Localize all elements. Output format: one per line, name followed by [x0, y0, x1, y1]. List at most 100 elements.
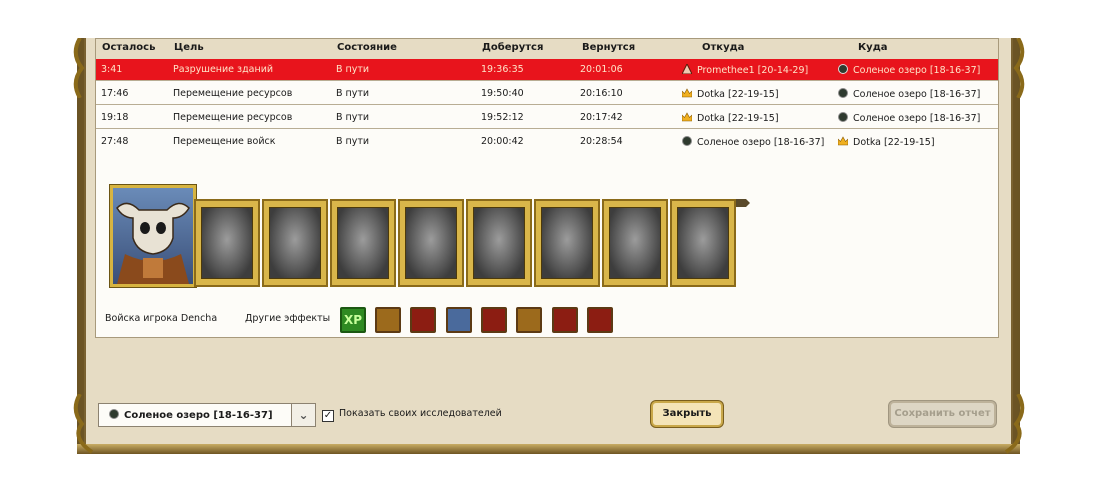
to-label: Dotka [22-19-15]	[853, 137, 935, 148]
xp-text: XP	[343, 313, 363, 327]
horseman-unit-icon	[677, 207, 729, 279]
cell-arrive: 19:52:12	[481, 112, 524, 123]
checkbox-box[interactable]: ✓	[322, 410, 334, 422]
xp-icon[interactable]: XP	[340, 307, 366, 333]
army-slot-7[interactable]	[602, 199, 668, 287]
red-sword-icon[interactable]	[481, 307, 507, 333]
cell-to[interactable]: Соленое озеро [18-16-37]	[838, 88, 980, 100]
hostile-castle-icon	[682, 64, 692, 74]
left-bottom-ornament-icon	[73, 394, 94, 454]
red-sword-icon[interactable]	[552, 307, 578, 333]
header-state: Состояние	[337, 42, 397, 53]
cell-goal: Перемещение войск	[173, 136, 276, 147]
right-ornament-icon	[1013, 38, 1025, 98]
cell-arrive: 20:00:42	[481, 136, 524, 147]
own-castle-icon	[838, 88, 848, 98]
from-label: Dotka [22-19-15]	[697, 89, 779, 100]
cell-goal: Перемещение ресурсов	[173, 112, 293, 123]
army-owner-label: Войска игрока Dencha	[105, 313, 218, 324]
gold-shield-icon[interactable]	[375, 307, 401, 333]
dwarf-unit-icon	[269, 207, 321, 279]
cell-remaining: 3:41	[101, 64, 123, 75]
close-button[interactable]: Закрыть	[651, 401, 723, 427]
location-select-value: Соленое озеро [18-16-37]	[109, 409, 273, 421]
cell-to[interactable]: Dotka [22-19-15]	[838, 136, 935, 148]
skull-hero-portrait[interactable]	[110, 185, 196, 287]
frame-bottom-border	[77, 444, 1020, 454]
show-explorers-label: Показать своих исследователей	[339, 408, 502, 419]
cell-from[interactable]: Dotka [22-19-15]	[682, 88, 779, 100]
to-label: Соленое озеро [18-16-37]	[853, 113, 981, 124]
cell-remaining: 27:48	[101, 136, 129, 147]
table-row[interactable]: 3:41 Разрушение зданий В пути 19:36:35 2…	[96, 59, 998, 81]
cell-return: 20:01:06	[580, 64, 623, 75]
army-slot-4[interactable]	[398, 199, 464, 287]
save-report-button[interactable]: Сохранить отчет	[889, 401, 996, 427]
cell-state: В пути	[336, 112, 370, 123]
griffin-unit-icon	[405, 207, 457, 279]
location-select-label: Соленое озеро [18-16-37]	[124, 410, 273, 421]
army-slot-6[interactable]	[534, 199, 600, 287]
cell-to[interactable]: Соленое озеро [18-16-37]	[838, 112, 980, 124]
expand-arrow-icon[interactable]	[736, 197, 750, 209]
from-label: Dotka [22-19-15]	[697, 113, 779, 124]
header-to: Куда	[858, 42, 888, 53]
archer-unit-icon	[473, 207, 525, 279]
location-select[interactable]: Соленое озеро [18-16-37] ⌄	[98, 403, 316, 427]
army-slot-2[interactable]	[262, 199, 328, 287]
cell-state: В пути	[336, 64, 370, 75]
red-sword-icon[interactable]	[410, 307, 436, 333]
to-label: Соленое озеро [18-16-37]	[853, 89, 981, 100]
cell-return: 20:17:42	[580, 112, 623, 123]
header-return: Вернутся	[582, 42, 636, 53]
own-castle-icon	[838, 64, 848, 74]
table-row[interactable]: 17:46 Перемещение ресурсов В пути 19:50:…	[96, 83, 998, 105]
rider-unit-icon	[337, 207, 389, 279]
crown-icon	[682, 112, 692, 122]
cell-to[interactable]: Соленое озеро [18-16-37]	[838, 64, 980, 76]
crown-icon	[838, 136, 848, 146]
golem-unit-icon	[609, 207, 661, 279]
from-label: Соленое озеро [18-16-37]	[697, 137, 825, 148]
gold-shield-icon[interactable]	[516, 307, 542, 333]
crown-icon	[682, 88, 692, 98]
cell-return: 20:16:10	[580, 88, 623, 99]
right-bottom-ornament-icon	[1004, 394, 1025, 454]
cell-remaining: 19:18	[101, 112, 129, 123]
army-slot-5[interactable]	[466, 199, 532, 287]
cell-from[interactable]: Dotka [22-19-15]	[682, 112, 779, 124]
from-label: Promethee1 [20-14-29]	[697, 65, 809, 76]
own-castle-icon	[838, 112, 848, 122]
cell-arrive: 19:36:35	[481, 64, 524, 75]
army-slot-3[interactable]	[330, 199, 396, 287]
cell-state: В пути	[336, 88, 370, 99]
cell-return: 20:28:54	[580, 136, 623, 147]
blue-sword-icon[interactable]	[446, 307, 472, 333]
cleric-unit-icon	[541, 207, 593, 279]
cell-remaining: 17:46	[101, 88, 129, 99]
cell-from[interactable]: Promethee1 [20-14-29]	[682, 64, 808, 76]
header-arrive: Доберутся	[482, 42, 544, 53]
cell-from[interactable]: Соленое озеро [18-16-37]	[682, 136, 824, 148]
movements-table: Осталось Цель Состояние Доберутся Вернут…	[95, 38, 999, 338]
army-slot-8[interactable]	[670, 199, 736, 287]
header-remaining: Осталось	[102, 42, 156, 53]
show-explorers-checkbox[interactable]: ✓ Показать своих исследователей	[322, 408, 502, 422]
cell-goal: Перемещение ресурсов	[173, 88, 293, 99]
effects-label: Другие эффекты	[245, 313, 331, 324]
red-sword-icon[interactable]	[587, 307, 613, 333]
cell-state: В пути	[336, 136, 370, 147]
to-label: Соленое озеро [18-16-37]	[853, 65, 981, 76]
table-header: Осталось Цель Состояние Доберутся Вернут…	[96, 39, 998, 59]
cell-arrive: 19:50:40	[481, 88, 524, 99]
knight-unit-icon	[201, 207, 253, 279]
skull-hero-icon	[116, 202, 190, 284]
army-slot-1[interactable]	[194, 199, 260, 287]
header-goal: Цель	[174, 42, 204, 53]
own-castle-icon	[109, 409, 119, 419]
chevron-down-icon[interactable]: ⌄	[291, 404, 315, 426]
table-row[interactable]: 19:18 Перемещение ресурсов В пути 19:52:…	[96, 107, 998, 129]
header-from: Откуда	[702, 42, 745, 53]
own-castle-icon	[682, 136, 692, 146]
cell-goal: Разрушение зданий	[173, 64, 274, 75]
